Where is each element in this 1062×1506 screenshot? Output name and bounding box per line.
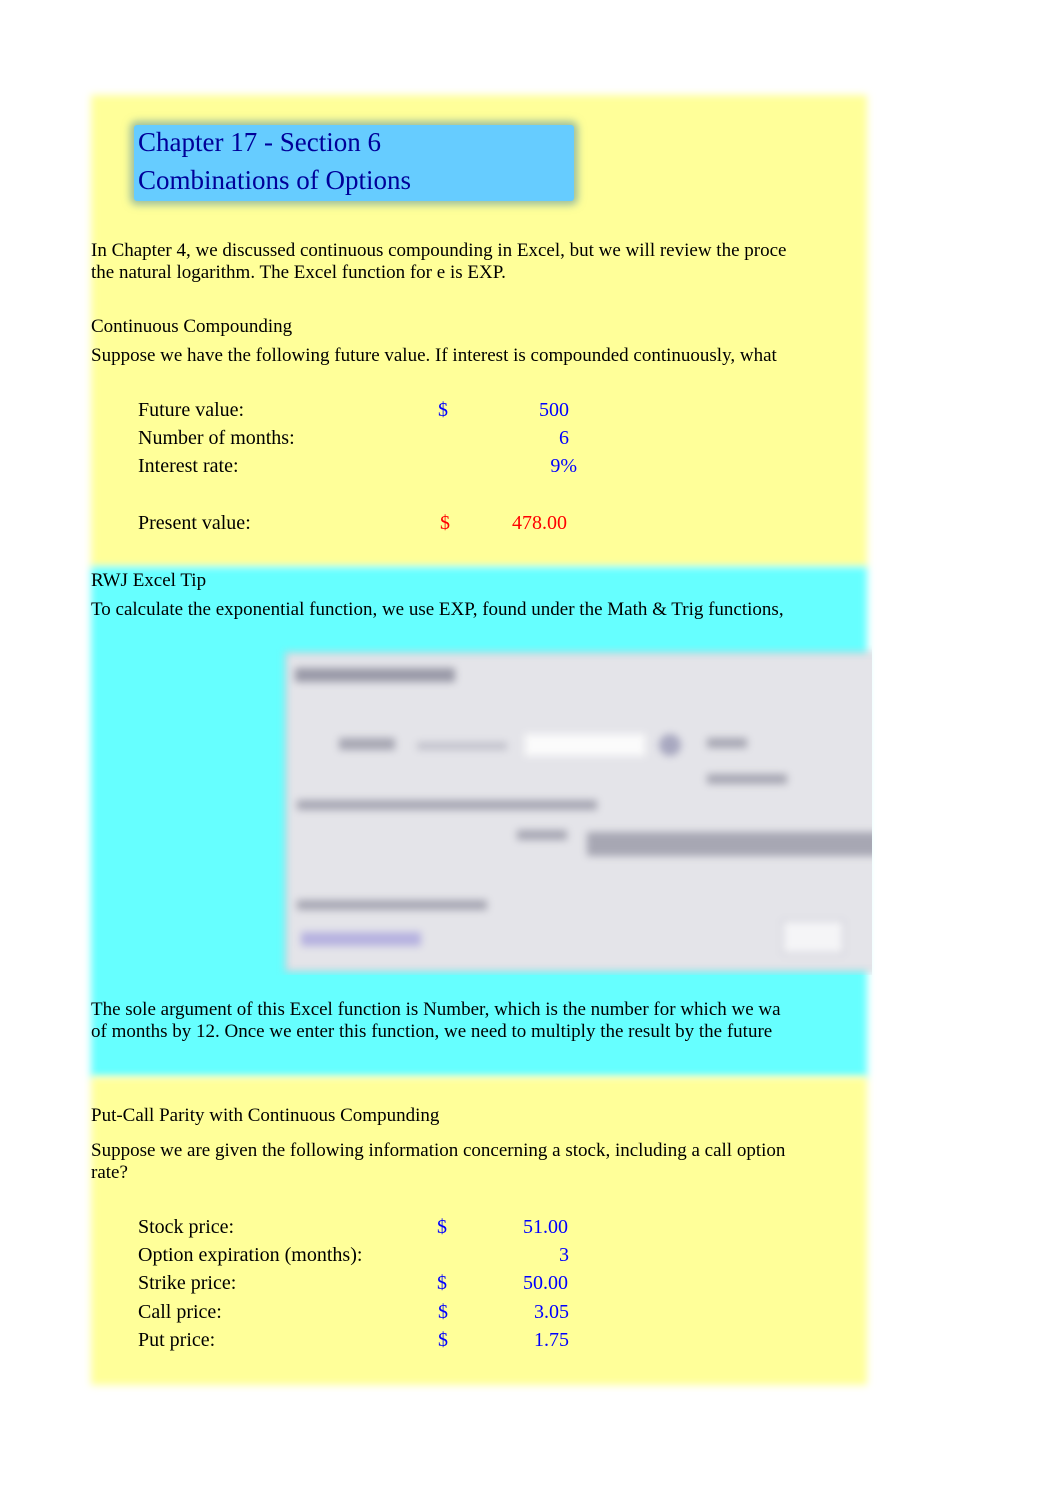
excel-tip-heading: RWJ Excel Tip bbox=[91, 570, 207, 591]
pc-label: Option expiration (months): bbox=[138, 1244, 363, 1266]
pc-value-cell[interactable]: 51.00 bbox=[448, 1216, 568, 1239]
dialog-description bbox=[297, 800, 597, 810]
pc-label: Stock price: bbox=[138, 1216, 235, 1238]
cc-value-cell[interactable]: 6 bbox=[449, 427, 569, 450]
intro-text-line2: the natural logarithm. The Excel functio… bbox=[91, 262, 506, 283]
chapter-title: Chapter 17 - Section 6 bbox=[138, 127, 381, 157]
cc-currency: $ bbox=[438, 399, 448, 421]
pc-label: Put price: bbox=[138, 1329, 216, 1351]
cc-label: Number of months: bbox=[138, 427, 295, 449]
dialog-label bbox=[417, 742, 507, 750]
excel-tip-text: To calculate the exponential function, w… bbox=[91, 599, 784, 620]
continuous-compounding-prompt: Suppose we have the following future val… bbox=[91, 345, 777, 366]
pc-value-cell[interactable]: 1.75 bbox=[449, 1329, 569, 1352]
pc-currency: $ bbox=[437, 1216, 447, 1238]
dialog-collapse-icon bbox=[659, 734, 681, 756]
dialog-description bbox=[517, 830, 567, 840]
dialog-value bbox=[707, 738, 747, 748]
cc-label: Interest rate: bbox=[138, 455, 239, 477]
put-call-heading: Put-Call Parity with Continuous Compundi… bbox=[91, 1105, 440, 1126]
dialog-value bbox=[707, 774, 787, 784]
excel-tip-after-line2: of months by 12. Once we enter this func… bbox=[91, 1021, 773, 1042]
dialog-description bbox=[587, 832, 872, 856]
section-title: Combinations of Options bbox=[138, 165, 412, 195]
continuous-compounding-heading: Continuous Compounding bbox=[91, 316, 293, 337]
pc-currency: $ bbox=[438, 1329, 448, 1351]
cc-result-value-cell[interactable]: 478.00 bbox=[447, 512, 567, 535]
dialog-label bbox=[339, 738, 395, 750]
function-arguments-dialog-image bbox=[285, 652, 872, 972]
pc-value-cell[interactable]: 50.00 bbox=[448, 1272, 568, 1295]
dialog-help-link bbox=[301, 932, 421, 946]
pc-value-cell[interactable]: 3 bbox=[449, 1244, 569, 1267]
put-call-prompt-line2: rate? bbox=[91, 1162, 128, 1183]
cc-value-cell[interactable]: 500 bbox=[449, 399, 569, 422]
cc-label: Future value: bbox=[138, 399, 245, 421]
pc-label: Call price: bbox=[138, 1301, 222, 1323]
dialog-title-bar bbox=[295, 668, 455, 682]
dialog-formula-result bbox=[297, 900, 487, 910]
put-call-prompt-line1: Suppose we are given the following infor… bbox=[91, 1140, 786, 1161]
pc-currency: $ bbox=[438, 1301, 448, 1323]
excel-tip-after-line1: The sole argument of this Excel function… bbox=[91, 999, 781, 1020]
cc-result-label: Present value: bbox=[138, 512, 251, 534]
dialog-ok-button bbox=[782, 920, 844, 954]
intro-text-line1: In Chapter 4, we discussed continuous co… bbox=[91, 240, 787, 261]
pc-label: Strike price: bbox=[138, 1272, 237, 1294]
cc-value-cell[interactable]: 9% bbox=[457, 455, 577, 478]
dialog-number-input bbox=[525, 734, 645, 756]
pc-value-cell[interactable]: 3.05 bbox=[449, 1301, 569, 1324]
pc-currency: $ bbox=[437, 1272, 447, 1294]
